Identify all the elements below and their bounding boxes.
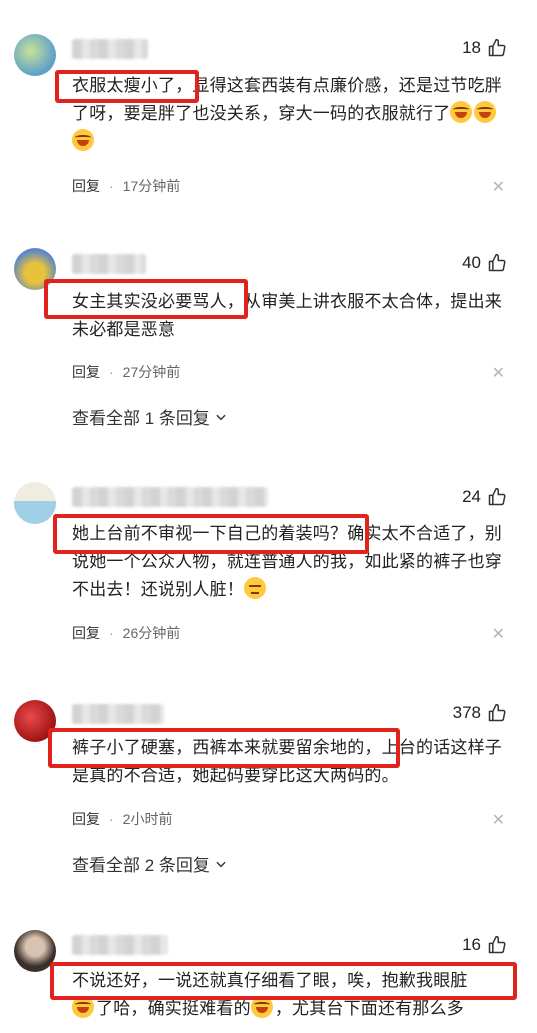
close-icon[interactable]: ✕ [492,810,505,830]
like-count: 24 [462,487,481,506]
laughing-emoji-icon [450,101,473,123]
like-button[interactable]: 378 [453,703,507,723]
laughing-emoji-icon [474,101,497,123]
like-button[interactable]: 16 [462,935,507,955]
comment-meta: 回复 · 2小时前 [72,809,173,829]
thumbs-up-icon [488,703,506,722]
highlight-box [50,962,517,1000]
reply-button[interactable]: 回复 [72,623,100,643]
close-icon[interactable]: ✕ [492,624,505,644]
close-icon[interactable]: ✕ [492,363,505,383]
timestamp: 26分钟前 [122,625,181,641]
like-count: 16 [462,935,481,954]
like-count: 378 [452,703,481,722]
username-blurred[interactable] [72,487,268,507]
like-count: 18 [462,38,481,57]
timestamp: 27分钟前 [122,364,181,380]
chevron-down-icon [216,414,226,420]
chevron-down-icon [216,861,226,867]
laughing-emoji-icon [72,129,94,151]
highlight-box [44,279,248,319]
thumbs-up-icon [488,487,506,506]
highlight-box [48,728,400,768]
thumbs-up-icon [488,253,506,272]
highlight-box [55,70,199,103]
avatar[interactable] [14,482,56,524]
highlight-box [53,514,369,554]
reply-button[interactable]: 回复 [72,362,100,382]
view-all-replies-button[interactable]: 查看全部 1 条回复 [72,404,228,429]
close-icon[interactable]: ✕ [492,177,505,197]
thumbs-up-icon [488,935,506,954]
reply-button[interactable]: 回复 [72,809,100,829]
username-blurred[interactable] [72,704,164,724]
like-button[interactable]: 24 [462,487,507,507]
like-count: 40 [462,253,481,272]
like-button[interactable]: 18 [462,38,507,58]
thumbs-up-icon [488,38,506,57]
reply-button[interactable]: 回复 [72,176,100,196]
timestamp: 17分钟前 [122,178,181,194]
username-blurred[interactable] [72,254,146,274]
avatar[interactable] [14,34,56,76]
annoyed-emoji-icon [244,577,266,599]
view-all-replies-button[interactable]: 查看全部 2 条回复 [72,851,228,876]
comment-meta: 回复 · 26分钟前 [72,623,181,643]
comment-meta: 回复 · 27分钟前 [72,362,181,382]
comment-meta: 回复 · 17分钟前 [72,176,181,196]
username-blurred[interactable] [72,39,148,59]
username-blurred[interactable] [72,935,168,955]
like-button[interactable]: 40 [462,253,507,273]
timestamp: 2小时前 [122,811,173,827]
